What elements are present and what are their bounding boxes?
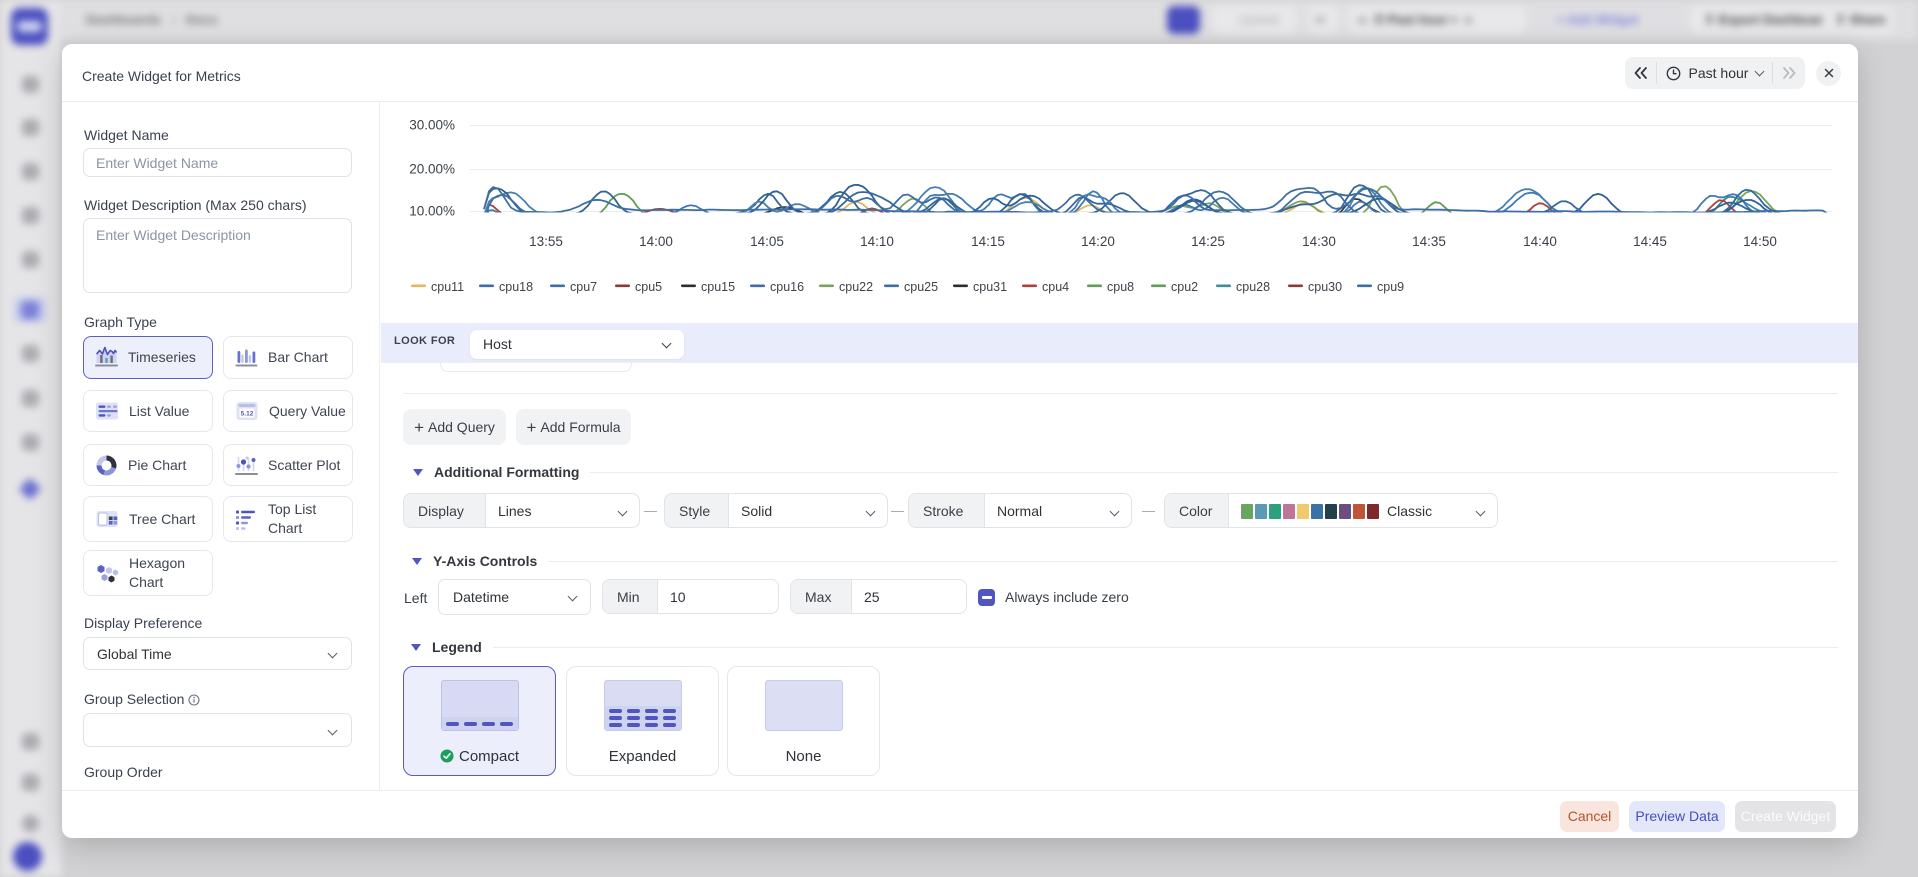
svg-text:cpu8: cpu8 bbox=[1107, 280, 1134, 294]
svg-text:14:30: 14:30 bbox=[1302, 234, 1336, 249]
svg-text:14:50: 14:50 bbox=[1743, 234, 1777, 249]
svg-text:cpu4: cpu4 bbox=[1042, 280, 1069, 294]
svg-text:cpu9: cpu9 bbox=[1377, 280, 1404, 294]
svg-text:cpu7: cpu7 bbox=[570, 280, 597, 294]
svg-text:cpu15: cpu15 bbox=[701, 280, 735, 294]
svg-text:cpu22: cpu22 bbox=[839, 280, 873, 294]
svg-text:cpu11: cpu11 bbox=[431, 280, 464, 294]
svg-text:14:00: 14:00 bbox=[639, 234, 673, 249]
svg-text:cpu18: cpu18 bbox=[499, 280, 533, 294]
svg-text:14:35: 14:35 bbox=[1412, 234, 1446, 249]
svg-text:14:15: 14:15 bbox=[971, 234, 1005, 249]
svg-text:cpu2: cpu2 bbox=[1171, 280, 1198, 294]
svg-text:cpu5: cpu5 bbox=[635, 280, 662, 294]
svg-text:cpu16: cpu16 bbox=[770, 280, 804, 294]
svg-text:13:55: 13:55 bbox=[529, 234, 563, 249]
svg-text:cpu25: cpu25 bbox=[904, 280, 938, 294]
svg-text:14:45: 14:45 bbox=[1633, 234, 1667, 249]
svg-text:14:10: 14:10 bbox=[860, 234, 894, 249]
svg-text:cpu28: cpu28 bbox=[1236, 280, 1270, 294]
svg-text:14:40: 14:40 bbox=[1523, 234, 1557, 249]
svg-text:cpu31: cpu31 bbox=[973, 280, 1007, 294]
svg-text:30.00%: 30.00% bbox=[409, 118, 455, 133]
svg-text:5.12: 5.12 bbox=[241, 410, 254, 417]
svg-text:10.00%: 10.00% bbox=[409, 204, 455, 219]
svg-text:14:05: 14:05 bbox=[750, 234, 784, 249]
svg-text:14:20: 14:20 bbox=[1081, 234, 1115, 249]
svg-text:14:25: 14:25 bbox=[1191, 234, 1225, 249]
svg-text:20.00%: 20.00% bbox=[409, 162, 455, 177]
svg-text:cpu30: cpu30 bbox=[1308, 280, 1342, 294]
